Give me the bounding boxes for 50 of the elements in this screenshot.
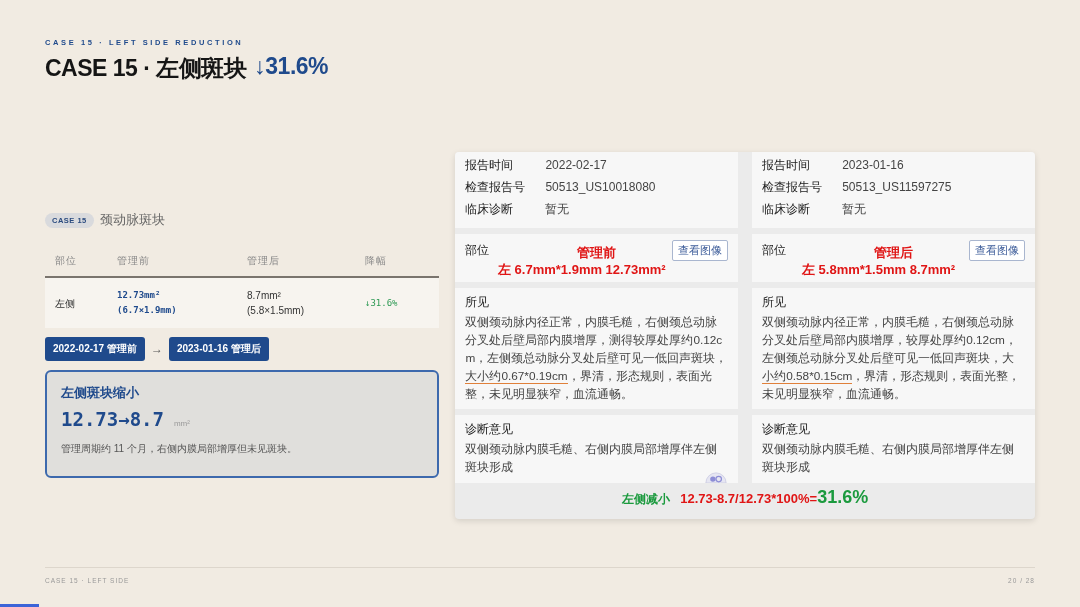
field-value: 50513_US11597275 [842, 180, 952, 194]
section-label: 诊断意见 [762, 421, 812, 438]
unit-label: mm² [173, 419, 190, 428]
summary-value: 12.73→8.7 [61, 408, 164, 430]
findings-text: 双侧颈动脉内径正常，内膜毛糙，右侧颈总动脉分叉处后壁局部内膜增厚，较厚处厚约0.12cm，左侧颈总动脉分叉处后壁可见一低回声斑块，大 小约0.58*0.15cm，界清，形态规则，表面光整，未见明显狭窄，血流通畅。 [762, 314, 1022, 403]
section-label: 部位 [762, 242, 787, 259]
column-header: 降幅 [365, 254, 388, 268]
date-tag: 2022-02-17 管理前 [45, 337, 145, 361]
column-header: 管理前 [117, 254, 151, 268]
field-label: 检查报告号 [465, 178, 527, 196]
table-cell-text: ↓31.6% [365, 296, 399, 310]
view-image-button[interactable]: 查看图像 [969, 240, 1025, 261]
annotation-size: 左 5.8mm*1.5mm 8.7mm² [802, 261, 956, 278]
summary-title: 左侧斑块缩小 [61, 384, 140, 402]
field-value: 50513_US10018080 [545, 180, 656, 194]
annotation-size: 左 6.7mm*1.9mm 12.73mm² [497, 261, 666, 278]
float-button-icon[interactable] [704, 469, 729, 483]
annotation-title: 管理前 [577, 244, 617, 261]
section-label: 部位 [465, 242, 490, 259]
opinion-text: 双侧颈动脉内膜毛糙、右侧内膜局部增厚伴左侧斑块形成 [762, 441, 1016, 476]
field-label: 报告时间 [465, 156, 515, 174]
formula-result: 31.6% [817, 487, 869, 508]
field-label: 报告时间 [762, 156, 812, 174]
case-title: 颈动脉斑块 [99, 212, 165, 229]
findings-text: 双侧颈动脉内径正常，内膜毛糙，右侧颈总动脉分叉处后壁局部内膜增厚，测得较厚处厚约0.12cm，左侧颈总动脉分叉处后壁可见一低回声斑块， 大小约0.67*0.19cm，界清，形态规则，表面光整，未见明显狭窄，血流通畅。 [465, 314, 729, 403]
date-tag: 2023-01-16 管理后 [168, 337, 269, 361]
field-value: 2022-02-17 [545, 158, 607, 172]
field-value: 暂无 [545, 200, 570, 218]
column-header: 部位 [55, 254, 78, 268]
formula-expression: 12.73-8.7/12.73*100%= [680, 491, 818, 506]
formula-label: 左侧减小 [622, 491, 671, 508]
table-cell-text: 左侧 [55, 296, 76, 311]
section-label: 诊断意见 [465, 421, 515, 438]
arrow-glyph: → [150, 342, 163, 356]
field-label: 检查报告号 [762, 178, 824, 196]
summary-note: 管理周期约 11 个月，右侧内膜局部增厚但未见斑块。 [61, 442, 298, 456]
change-value: ↓31.6% [254, 53, 329, 81]
annotation-title: 管理后 [874, 244, 914, 261]
table-cell-text: 12.73mm² (6.7×1.9mm) [117, 289, 178, 317]
view-image-button[interactable]: 查看图像 [672, 240, 729, 261]
opinion-text: 双侧颈动脉内膜毛糙、右侧内膜局部增厚伴左侧斑块形成 [465, 441, 719, 476]
table-cell-text: 8.7mm² (5.8×1.5mm) [247, 289, 305, 318]
column-header: 管理后 [247, 254, 281, 268]
field-label: 临床诊断 [465, 200, 515, 218]
slide-title: CASE 15 · 左侧斑块 [45, 54, 247, 83]
field-value: 2023-01-16 [842, 158, 904, 172]
section-label: 所见 [465, 294, 491, 311]
section-label: 所见 [762, 294, 788, 311]
field-value: 暂无 [842, 200, 867, 218]
field-label: 临床诊断 [762, 200, 812, 218]
